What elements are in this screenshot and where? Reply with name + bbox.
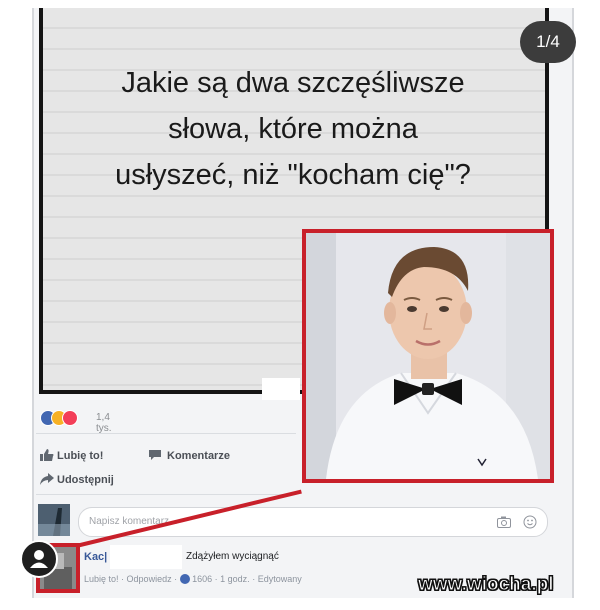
- gallery-counter: 1/4: [520, 21, 576, 63]
- comment-button[interactable]: Komentarze: [148, 449, 230, 462]
- like-label: Lubię to!: [57, 450, 104, 462]
- meme-line: Jakie są dwa szczęśliwsze: [121, 67, 465, 99]
- user-avatar[interactable]: [38, 504, 70, 536]
- white-patch: [262, 378, 300, 400]
- profile-badge[interactable]: [20, 540, 58, 578]
- thumbs-up-icon: [40, 449, 54, 461]
- meme-line: usłyszeć, niż "kocham cię"?: [115, 159, 471, 191]
- person-icon: [30, 550, 48, 568]
- comment-label: Komentarze: [167, 450, 230, 462]
- watermark: www.wiocha.pl: [417, 574, 554, 596]
- comment-like-link[interactable]: Lubię to!: [84, 574, 119, 584]
- highlighted-photo: [302, 229, 554, 483]
- emoji-icon[interactable]: [523, 515, 537, 529]
- comment-input[interactable]: Napisz komentarz...: [78, 507, 548, 537]
- comment-like-count: 1606: [192, 574, 213, 584]
- divider: [36, 433, 296, 434]
- redacted-name: [110, 545, 182, 569]
- boy-portrait-image: [306, 233, 550, 479]
- comment-meta: Lubię to! · Odpowiedz · 1606 · 1 godz. ·…: [84, 574, 302, 584]
- comment-edited: Edytowany: [257, 574, 302, 584]
- reaction-count: 1,4 tys.: [96, 412, 112, 434]
- divider: [36, 494, 296, 495]
- share-arrow-icon: [40, 473, 54, 485]
- comment-author[interactable]: Kac|: [84, 551, 107, 563]
- like-badge-icon: [179, 574, 190, 584]
- comment-reply-link[interactable]: Odpowiedz: [127, 574, 172, 584]
- share-button[interactable]: Udostępnij: [40, 473, 114, 486]
- speech-bubble-icon: [149, 450, 161, 460]
- comment-text: Zdążyłem wyciągnąć: [186, 551, 279, 562]
- meme-line: słowa, które można: [168, 113, 418, 145]
- love-reaction-icon: [62, 410, 78, 426]
- comment-time: 1 godz.: [220, 574, 250, 584]
- meme-question: Jakie są dwa szczęśliwsze słowa, które m…: [63, 60, 523, 198]
- share-label: Udostępnij: [57, 474, 114, 486]
- camera-icon[interactable]: [497, 516, 511, 528]
- like-button[interactable]: Lubię to!: [40, 449, 103, 462]
